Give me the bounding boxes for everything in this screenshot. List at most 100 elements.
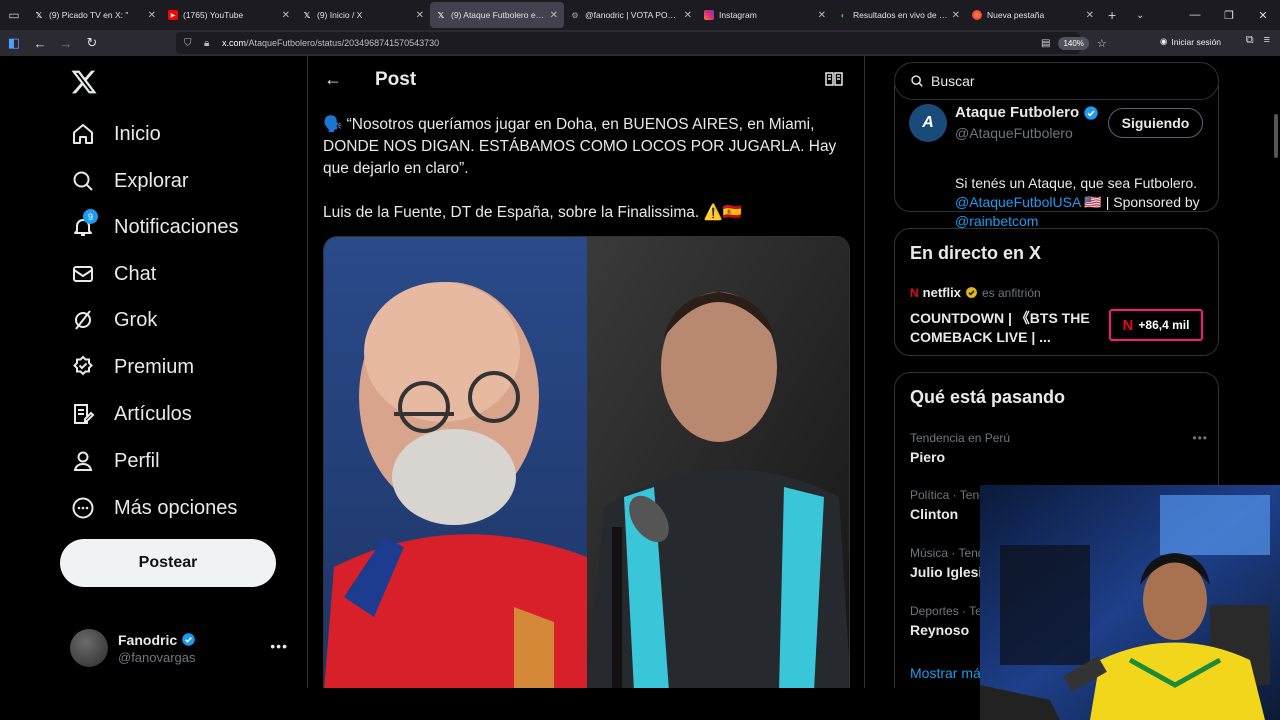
browser-nav-bar: ◧ ← → ↻ ⛉ 🔒︎ x.com/AtaqueFutbolero/statu…	[0, 30, 1280, 56]
close-tab-icon[interactable]: ✕	[818, 10, 826, 21]
lock-icon[interactable]: 🔒︎	[204, 38, 216, 49]
tab-title: (9) Ataque Futbolero en X:	[451, 10, 546, 20]
more-dots-icon[interactable]: •••	[270, 638, 288, 654]
sidebar-toggle-icon[interactable]: ◧	[2, 31, 26, 55]
tab-4[interactable]: ⚙ @fanodric | VOTA POR TU ✕	[564, 2, 698, 28]
x-logo-icon[interactable]	[70, 68, 98, 96]
account-icon: ◉	[1160, 36, 1168, 46]
bio-link[interactable]: @AtaqueFutbolUSA	[955, 194, 1081, 210]
trend-name: Piero	[910, 449, 946, 465]
sidebar-item-label: Más opciones	[114, 496, 238, 519]
toolbar-icons: ⧉ ≡	[1246, 34, 1270, 47]
search-icon	[70, 168, 96, 194]
tweet-media[interactable]	[323, 236, 850, 688]
new-tab-icon[interactable]: +	[1108, 7, 1124, 23]
mail-icon	[70, 261, 96, 287]
bottom-bar	[0, 688, 980, 720]
bio-link[interactable]: @rainbetcom	[955, 213, 1038, 229]
youtube-logo-icon: ▶	[168, 10, 178, 20]
back-icon[interactable]: ←	[28, 31, 52, 55]
profile-avatar[interactable]: A	[909, 104, 947, 142]
url-bar[interactable]: ⛉ 🔒︎ x.com/AtaqueFutbolero/status/203496…	[176, 32, 1107, 54]
close-tab-icon[interactable]: ✕	[416, 10, 424, 21]
sidebar-item-label: Chat	[114, 262, 157, 285]
browser-tab-bar: ▭ 𝕏 (9) Picado TV en X: " ✕ ▶ (1765) YouTub…	[0, 0, 1280, 30]
post-button[interactable]: Postear	[60, 539, 276, 587]
sidebar-item-premium[interactable]: Premium	[70, 351, 194, 383]
account-handle: @fanovargas	[118, 649, 196, 665]
zoom-level[interactable]: 140%	[1058, 36, 1089, 50]
close-tab-icon[interactable]: ✕	[282, 10, 290, 21]
signin-button[interactable]: ◉ Iniciar sesión	[1160, 36, 1221, 47]
sidebar-item-chat[interactable]: Chat	[70, 258, 156, 290]
person-icon	[70, 448, 96, 474]
sidebar-item-label: Notificaciones	[114, 215, 239, 238]
post-header: ← Post	[308, 56, 865, 106]
tab-7[interactable]: Nueva pestaña ✕	[966, 2, 1100, 28]
sidebar-item-mas-opciones[interactable]: Más opciones	[70, 492, 237, 524]
tab-5[interactable]: Instagram ✕	[698, 2, 832, 28]
scrollbar[interactable]	[1274, 114, 1278, 158]
bookmark-star-icon[interactable]: ☆	[1097, 37, 1107, 50]
sidebar-item-grok[interactable]: Grok	[70, 304, 157, 336]
show-more-link[interactable]: Mostrar más	[910, 665, 988, 681]
profile-bio: Si tenés un Ataque, que sea Futbolero. @…	[955, 174, 1210, 231]
close-window-icon[interactable]: ✕	[1246, 0, 1280, 30]
url-host: x.com	[222, 38, 247, 48]
notification-badge: 9	[83, 209, 98, 224]
bio-text: Si tenés un Ataque, que sea Futbolero.	[955, 175, 1198, 191]
close-tab-icon[interactable]: ✕	[952, 10, 960, 21]
sidebar-item-inicio[interactable]: Inicio	[70, 118, 161, 150]
close-tab-icon[interactable]: ✕	[684, 10, 692, 21]
tab-title: @fanodric | VOTA POR TU	[585, 10, 680, 20]
sidebar-item-label: Artículos	[114, 402, 192, 425]
sidebar-item-articulos[interactable]: Artículos	[70, 398, 192, 430]
tweet-paragraph: 🗣️ “Nosotros queríamos jugar en Doha, en…	[323, 116, 837, 177]
tab-title: Instagram	[719, 10, 757, 20]
forward-icon[interactable]: →	[54, 31, 78, 55]
profile-name: Ataque Futbolero	[955, 104, 1080, 121]
sidebar-item-notificaciones[interactable]: 9 Notificaciones	[70, 209, 239, 243]
chevron-down-icon[interactable]: ⌄	[1136, 10, 1144, 21]
sidebar-item-label: Explorar	[114, 169, 189, 192]
trend-context: Tendencia en Perú	[910, 431, 1011, 445]
tab-3[interactable]: 𝕏 (9) Ataque Futbolero en X: ✕	[430, 2, 564, 28]
tab-2[interactable]: 𝕏 (9) Inicio / X ✕	[296, 2, 430, 28]
sidebar-item-label: Grok	[114, 308, 158, 331]
url-text: x.com/AtaqueFutbolero/status/20349687415…	[222, 38, 439, 48]
shield-icon[interactable]: ⛉	[184, 38, 196, 49]
host-name: netflix	[922, 285, 961, 300]
tab-0[interactable]: 𝕏 (9) Picado TV en X: " ✕	[28, 2, 162, 28]
restore-icon[interactable]: ❐	[1212, 0, 1246, 30]
reload-icon[interactable]: ↻	[80, 31, 104, 55]
tab-1[interactable]: ▶ (1765) YouTube ✕	[162, 2, 296, 28]
close-tab-icon[interactable]: ✕	[148, 10, 156, 21]
extensions-icon[interactable]: ⧉	[1246, 34, 1254, 47]
trend-item[interactable]: Tendencia en Perú Piero •••	[910, 431, 1210, 465]
x-sidebar: Inicio Explorar 9 Notificaciones Chat Gr…	[0, 56, 308, 688]
sidebar-item-label: Inicio	[114, 122, 161, 145]
live-event-title[interactable]: COUNTDOWN | 《BTS THE COMEBACK LIVE | ...	[910, 309, 1100, 347]
minimize-icon[interactable]: —	[1178, 0, 1212, 30]
profile-name-row[interactable]: Ataque Futbolero	[955, 104, 1099, 121]
live-host[interactable]: N netflix es anfitrión	[910, 285, 1041, 300]
verified-badge-icon	[182, 633, 195, 646]
netflix-logo-icon: N	[1122, 316, 1134, 334]
close-tab-icon[interactable]: ✕	[550, 10, 558, 21]
back-arrow-icon[interactable]: ←	[324, 69, 342, 90]
sidebar-item-perfil[interactable]: Perfil	[70, 445, 160, 477]
sidebar-item-explorar[interactable]: Explorar	[70, 165, 188, 197]
following-button[interactable]: Siguiendo	[1108, 108, 1203, 138]
reader-mode-icon[interactable]	[825, 72, 843, 86]
more-circle-icon	[70, 495, 96, 521]
tab-6[interactable]: ◐ Resultados en vivo de Liga ✕	[832, 2, 966, 28]
webcam-video	[980, 485, 1280, 720]
menu-icon[interactable]: ≡	[1264, 34, 1270, 47]
tab-list-icon[interactable]: ▭	[0, 0, 28, 30]
account-switcher[interactable]: Fanodric @fanovargas •••	[70, 626, 300, 670]
reader-view-icon[interactable]: ▤	[1041, 38, 1050, 49]
listeners-button[interactable]: N +86,4 mil	[1109, 309, 1203, 341]
tab-title: Resultados en vivo de Liga	[853, 10, 948, 20]
more-dots-icon[interactable]: •••	[1192, 431, 1208, 445]
close-tab-icon[interactable]: ✕	[1086, 10, 1094, 21]
